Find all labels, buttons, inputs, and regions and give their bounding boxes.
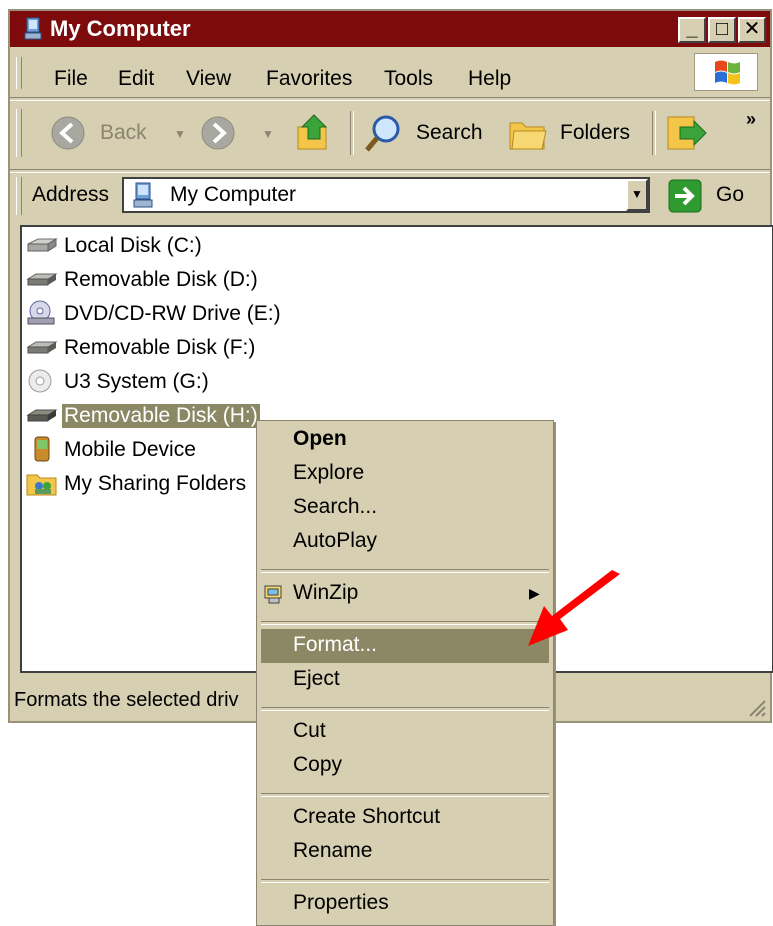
removable-disk-icon [26,409,58,422]
back-arrow-icon [51,116,85,150]
toolbar-separator [350,111,354,155]
window-title: My Computer [50,16,191,41]
go-arrow-icon [668,179,702,213]
forward-button[interactable]: ▼ [200,113,284,153]
address-value: My Computer [170,183,297,206]
go-button[interactable]: Go [666,177,756,215]
menu-item-autoplay[interactable]: AutoPlay [261,525,549,559]
sharing-folders-icon [26,474,57,496]
standard-toolbar: Back ▼ ▼ Search Folders » [10,99,770,167]
menu-separator [261,569,549,573]
menu-item-open[interactable]: Open [261,423,549,457]
annotation-arrow-icon [528,570,620,646]
back-label: Back [100,121,147,144]
drive-label: U3 System (G:) [64,370,209,393]
chevron-down-icon: ▼ [631,187,643,201]
menu-item-cut[interactable]: Cut [261,715,549,749]
folders-label: Folders [560,121,631,144]
maximize-button[interactable]: □ [708,17,736,43]
drive-label: Mobile Device [64,438,196,461]
menu-item-label: Explore [293,461,365,484]
drive-label: Local Disk (C:) [64,234,202,257]
menu-item-label: Search... [293,495,378,518]
forward-dropdown-icon[interactable]: ▼ [262,127,274,141]
menu-item-label: Cut [293,719,326,742]
address-grip[interactable] [16,177,22,215]
mobile-device-icon [34,436,50,462]
forward-arrow-icon [201,116,235,150]
menu-item-copy[interactable]: Copy [261,749,549,783]
folders-button[interactable]: Folders [506,111,642,155]
menu-item-label: Create Shortcut [293,805,441,828]
back-dropdown-icon[interactable]: ▼ [174,127,186,141]
menu-item-rename[interactable]: Rename [261,835,549,869]
menu-separator [261,707,549,711]
drive-label: My Sharing Folders [64,472,247,495]
address-field[interactable]: My Computer ▼ [122,177,650,213]
status-text: Formats the selected driv [14,689,239,711]
menu-item-label: Rename [293,839,373,862]
menu-separator [261,621,549,625]
menu-item-format[interactable]: Format... [261,629,549,663]
context-menu: Open Explore Search... AutoPlay WinZip ▶… [256,420,554,926]
drive-label: Removable Disk (D:) [64,268,258,291]
drive-label: Removable Disk (F:) [64,336,256,359]
menu-item-properties[interactable]: Properties [261,887,549,921]
menu-tools[interactable]: Tools [384,67,433,91]
computer-icon [24,17,42,40]
toolbar-separator-2 [652,111,656,155]
minimize-button[interactable]: _ [678,17,706,43]
cd-icon [28,369,52,393]
address-dropdown-button[interactable]: ▼ [626,179,648,211]
menu-separator [261,793,549,797]
folders-icon [509,122,547,150]
go-label: Go [716,183,745,206]
toolbar-grip[interactable] [16,109,22,157]
resize-grip-icon[interactable] [748,699,766,717]
menu-item-label: AutoPlay [293,529,378,552]
menu-item-label: Open [293,427,347,450]
removable-disk-icon [26,341,58,354]
menu-edit[interactable]: Edit [118,67,154,91]
menu-file[interactable]: File [54,67,88,91]
toolbar-overflow-button[interactable]: » [746,109,756,130]
menu-item-eject[interactable]: Eject [261,663,549,697]
menu-help[interactable]: Help [468,67,511,91]
hard-disk-icon [27,238,58,252]
address-bar: Address My Computer ▼ Go [10,171,770,223]
menu-item-create-shortcut[interactable]: Create Shortcut [261,801,549,835]
windows-flag-icon [715,60,740,85]
winzip-icon [264,585,282,604]
menu-separator [261,879,549,883]
menu-item-label: Eject [293,667,340,690]
menu-favorites[interactable]: Favorites [266,67,352,91]
title-bar[interactable]: My Computer _ □ ✕ [10,11,770,47]
menu-item-label: Properties [293,891,389,914]
address-label: Address [32,183,110,206]
back-button[interactable]: Back ▼ [36,113,186,153]
drive-label: Removable Disk (H:) [62,404,260,428]
close-button[interactable]: ✕ [738,17,766,43]
windows-logo [694,53,758,91]
menu-view[interactable]: View [186,67,231,91]
up-folder-icon[interactable] [296,113,332,153]
search-icon [365,115,400,152]
search-label: Search [416,121,483,144]
menu-item-label: Format... [293,633,378,656]
computer-icon [133,182,153,208]
menu-item-winzip[interactable]: WinZip ▶ [261,577,549,611]
menu-item-label: Copy [293,753,343,776]
menu-bar: File Edit View Favorites Tools Help [10,49,770,95]
search-button[interactable]: Search [360,111,494,155]
menu-item-search[interactable]: Search... [261,491,549,525]
dvd-drive-icon [27,300,55,325]
menubar-grip[interactable] [16,57,22,89]
menu-item-explore[interactable]: Explore [261,457,549,491]
removable-disk-icon [26,273,58,286]
drive-label: DVD/CD-RW Drive (E:) [64,302,281,325]
menu-item-label: WinZip [293,581,359,604]
move-to-icon[interactable] [664,113,708,153]
